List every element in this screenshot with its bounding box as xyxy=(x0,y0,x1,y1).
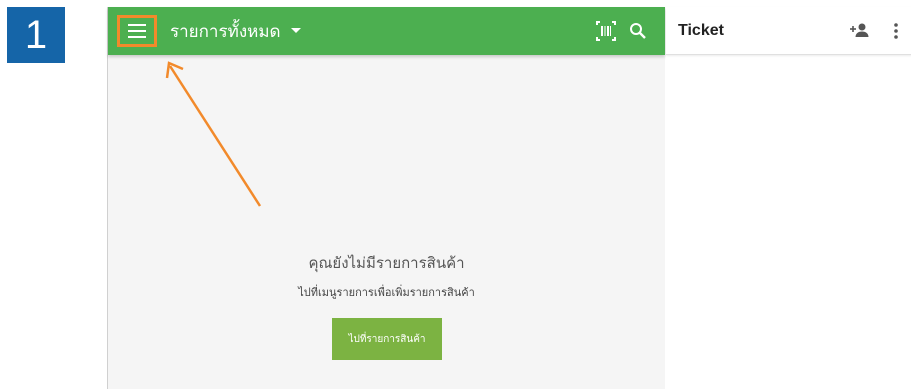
arrow-drop-down-icon xyxy=(290,28,301,33)
more-vert-icon xyxy=(894,23,898,39)
barcode-scan-icon xyxy=(596,21,616,41)
search-button[interactable] xyxy=(626,19,650,43)
empty-state-subtitle: ไปที่เมนูรายการเพื่อเพิ่มรายการสินค้า xyxy=(298,286,475,299)
category-dropdown[interactable]: รายการทั้งหมด xyxy=(170,7,301,55)
tutorial-screenshot: 1 รายการทั้งหมด คุณยังไม่มีรายการสินค้า … xyxy=(0,0,911,389)
items-pane: รายการทั้งหมด คุณยังไม่มีรายการสินค้า ไป… xyxy=(108,7,665,389)
ticket-pane: Ticket xyxy=(666,7,911,389)
go-to-items-button[interactable]: ไปที่รายการสินค้า xyxy=(332,318,442,360)
ticket-title: Ticket xyxy=(678,22,724,39)
empty-state-title: คุณยังไม่มีรายการสินค้า xyxy=(308,254,465,272)
pos-app-window: รายการทั้งหมด คุณยังไม่มีรายการสินค้า ไป… xyxy=(107,7,911,389)
add-person-icon xyxy=(850,23,869,37)
menu-highlight-box xyxy=(117,15,157,47)
search-icon xyxy=(630,23,646,39)
add-customer-button[interactable] xyxy=(848,19,872,43)
step-number-badge: 1 xyxy=(7,7,65,63)
items-toolbar: รายการทั้งหมด xyxy=(108,7,665,55)
category-dropdown-label: รายการทั้งหมด xyxy=(170,21,281,42)
more-options-button[interactable] xyxy=(888,19,904,43)
barcode-scan-button[interactable] xyxy=(594,19,618,43)
ticket-header: Ticket xyxy=(666,7,911,55)
